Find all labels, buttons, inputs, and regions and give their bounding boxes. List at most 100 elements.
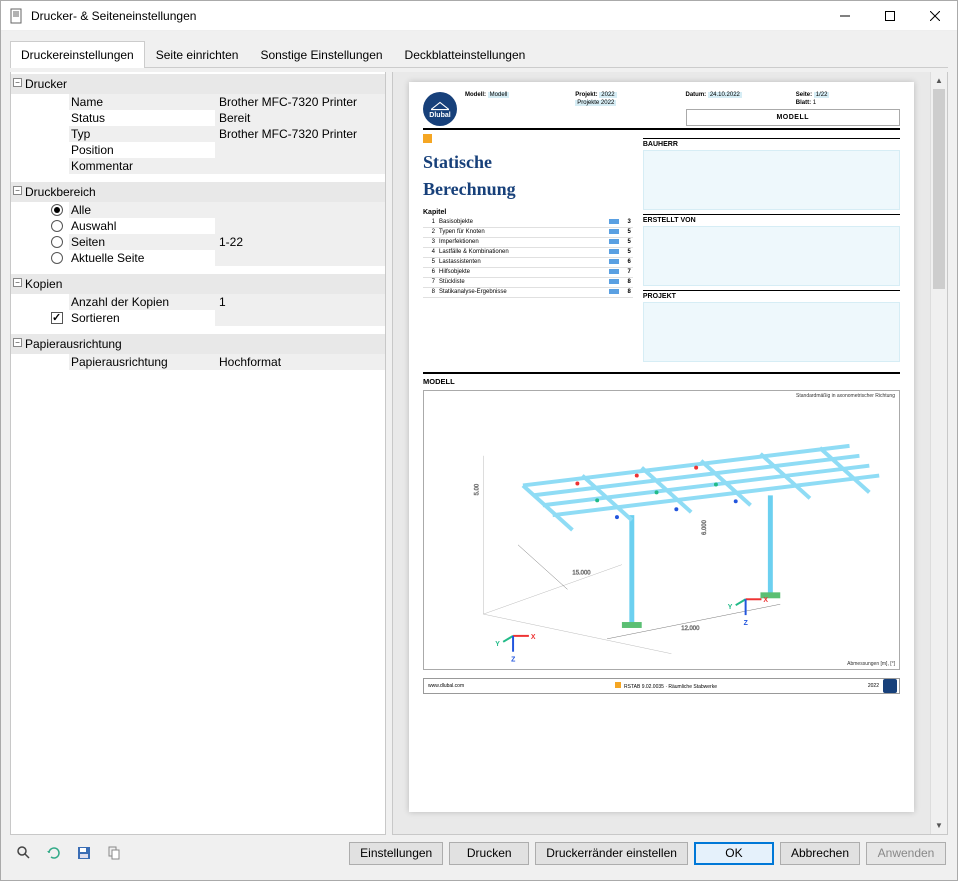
tab-page-setup[interactable]: Seite einrichten [145, 41, 250, 68]
section-projekt: PROJEKT [643, 290, 900, 300]
maximize-button[interactable] [867, 1, 912, 30]
group-print-range-label: Druckbereich [25, 185, 96, 199]
svg-text:6.000: 6.000 [702, 519, 708, 535]
toc-row: 5Lastassistenten6 [423, 257, 633, 267]
preview-viewport[interactable]: Dlubal Modell: Modell Projekt: 2022 Datu… [393, 72, 930, 834]
toc-row: 6Hilfsobjekte7 [423, 267, 633, 277]
page-header-grid: Modell: Modell Projekt: 2022 Datum: 24.1… [465, 92, 900, 126]
page-header: Dlubal Modell: Modell Projekt: 2022 Datu… [423, 92, 900, 130]
tab-printer-settings[interactable]: Druckereinstellungen [10, 41, 145, 68]
preview-scrollbar[interactable]: ▲ ▼ [930, 72, 947, 834]
radio-all[interactable] [51, 204, 63, 216]
tab-cover-settings[interactable]: Deckblatteinstellungen [394, 41, 537, 68]
apply-button[interactable]: Anwenden [866, 842, 946, 865]
toc-row: 3Imperfektionen5 [423, 237, 633, 247]
footer-logo-icon [883, 679, 897, 693]
svg-text:Z: Z [511, 657, 516, 664]
checkbox-sort[interactable] [51, 312, 63, 324]
footer-url: www.dlubal.com [424, 681, 468, 691]
row-printer-comment: Kommentar [11, 158, 385, 174]
header-model-box: MODELL [686, 109, 901, 126]
group-printer[interactable]: − Drucker [11, 74, 385, 94]
erstellt-box [643, 226, 900, 286]
svg-text:5.00: 5.00 [474, 483, 480, 495]
radio-pages[interactable] [51, 236, 63, 248]
dialog-window: Drucker- & Seiteneinstellungen Druckerei… [0, 0, 958, 881]
row-range-all: Alle [11, 202, 385, 218]
row-range-selection: Auswahl [11, 218, 385, 234]
toc-title: Kapitel [423, 209, 633, 216]
radio-selection[interactable] [51, 220, 63, 232]
svg-text:X: X [531, 634, 536, 641]
refresh-button[interactable] [42, 841, 66, 865]
group-orientation[interactable]: − Papierausrichtung [11, 334, 385, 354]
toc-row: 2Typen für Knoten5 [423, 227, 633, 237]
dialog-footer: Einstellungen Drucken Druckerränder eins… [10, 835, 948, 871]
accent-square-icon [423, 134, 432, 143]
settings-button[interactable]: Einstellungen [349, 842, 443, 865]
svg-text:Y: Y [728, 604, 733, 611]
page-preview: Dlubal Modell: Modell Projekt: 2022 Datu… [409, 82, 914, 812]
main-split: − Drucker NameBrother MFC-7320 Printer S… [10, 72, 948, 835]
section-erstellt: ERSTELLT VON [643, 214, 900, 224]
model-view-note: Standardmäßig in axonometrischer Richtun… [796, 393, 895, 399]
save-button[interactable] [72, 841, 96, 865]
close-button[interactable] [912, 1, 957, 30]
page-columns: Statische Berechnung Kapitel 1Basisobjek… [423, 134, 900, 362]
row-copy-count: Anzahl der Kopien1 [11, 294, 385, 310]
search-button[interactable] [12, 841, 36, 865]
printer-name-value[interactable]: Brother MFC-7320 Printer [215, 94, 385, 110]
ok-button[interactable]: OK [694, 842, 774, 865]
projekt-box [643, 302, 900, 362]
row-printer-type: TypBrother MFC-7320 Printer [11, 126, 385, 142]
group-print-range[interactable]: − Druckbereich [11, 182, 385, 202]
model-3d-view: Standardmäßig in axonometrischer Richtun… [423, 390, 900, 670]
preview-pane: Dlubal Modell: Modell Projekt: 2022 Datu… [392, 72, 948, 835]
app-icon [9, 8, 25, 24]
copy-button[interactable] [102, 841, 126, 865]
group-copies-label: Kopien [25, 277, 62, 291]
model-unit-note: Abmessungen [m], [°] [847, 661, 895, 667]
model-drawing: 12.000 15.000 5.00 6.000 X Y [424, 391, 899, 669]
property-grid: − Drucker NameBrother MFC-7320 Printer S… [10, 72, 386, 835]
print-button[interactable]: Drucken [449, 842, 529, 865]
scroll-up-icon[interactable]: ▲ [931, 72, 947, 89]
section-bauherr: BAUHERR [643, 138, 900, 148]
margins-button[interactable]: Druckerränder einstellen [535, 842, 688, 865]
cancel-button[interactable]: Abbrechen [780, 842, 860, 865]
collapse-icon[interactable]: − [13, 186, 22, 195]
svg-text:15.000: 15.000 [572, 571, 591, 577]
collapse-icon[interactable]: − [13, 338, 22, 347]
orientation-value[interactable]: Hochformat [215, 354, 385, 370]
window-title: Drucker- & Seiteneinstellungen [31, 9, 822, 23]
group-copies[interactable]: − Kopien [11, 274, 385, 294]
client-area: Druckereinstellungen Seite einrichten So… [1, 31, 957, 880]
svg-text:Z: Z [744, 620, 749, 627]
copy-count-value[interactable]: 1 [215, 294, 385, 310]
svg-text:12.000: 12.000 [681, 626, 700, 632]
toc-row: 1Basisobjekte3 [423, 218, 633, 228]
toc-row: 7Stückliste8 [423, 277, 633, 287]
radio-current-page[interactable] [51, 252, 63, 264]
tab-other-settings[interactable]: Sonstige Einstellungen [249, 41, 393, 68]
minimize-button[interactable] [822, 1, 867, 30]
footer-year: 2022 [864, 681, 883, 691]
row-printer-status: StatusBereit [11, 110, 385, 126]
pages-value[interactable]: 1-22 [215, 234, 385, 250]
doc-title-1: Statische [423, 153, 633, 172]
scroll-down-icon[interactable]: ▼ [931, 817, 947, 834]
scroll-thumb[interactable] [933, 89, 945, 289]
tab-bar: Druckereinstellungen Seite einrichten So… [10, 40, 948, 68]
footer-program: RSTAB 9.02.0035 · Räumliche Stabwerke [468, 680, 864, 692]
page-footer: www.dlubal.com RSTAB 9.02.0035 · Räumlic… [423, 678, 900, 694]
row-sort: Sortieren [11, 310, 385, 326]
svg-text:X: X [763, 597, 768, 604]
toc-table: 1Basisobjekte32Typen für Knoten53Imperfe… [423, 218, 633, 298]
collapse-icon[interactable]: − [13, 78, 22, 87]
model-heading: MODELL [423, 372, 900, 386]
bauherr-box [643, 150, 900, 210]
row-range-pages: Seiten1-22 [11, 234, 385, 250]
toc-row: 8Statikanalyse-Ergebnisse8 [423, 287, 633, 297]
toc-row: 4Lastfälle & Kombinationen5 [423, 247, 633, 257]
collapse-icon[interactable]: − [13, 278, 22, 287]
